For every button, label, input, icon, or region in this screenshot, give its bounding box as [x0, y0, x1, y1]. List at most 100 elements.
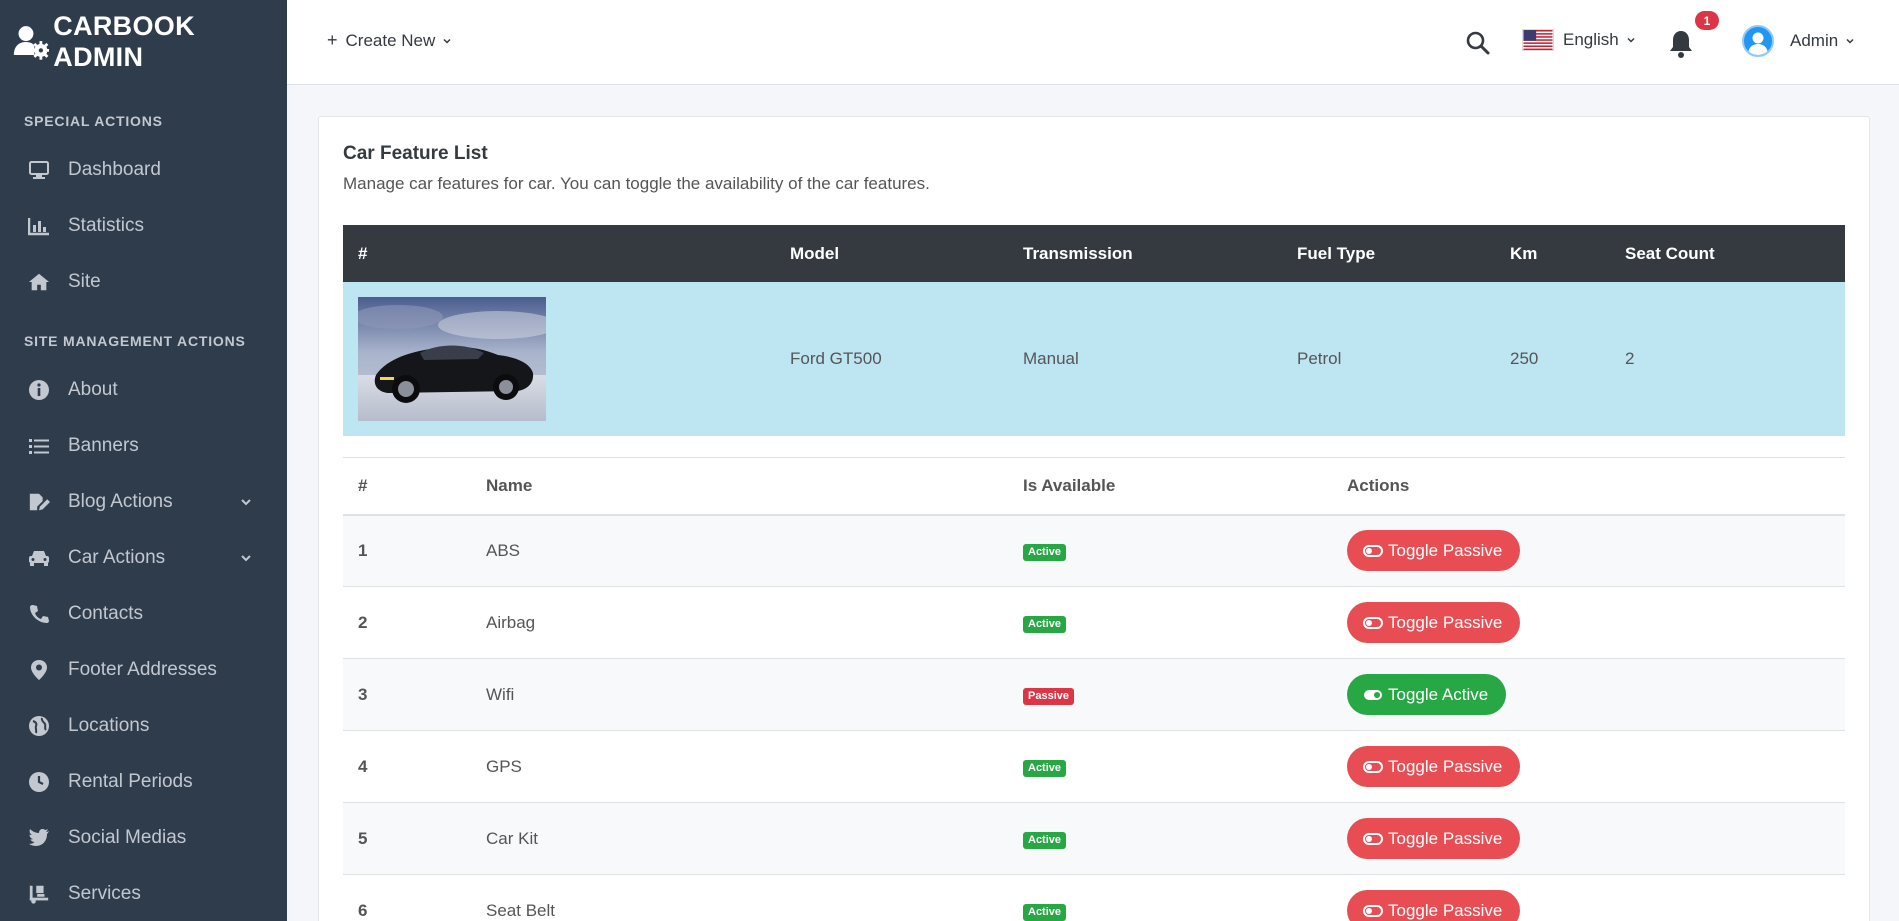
toggle-passive-button[interactable]: Toggle Passive	[1347, 818, 1521, 859]
toggle-on-icon	[1364, 689, 1382, 700]
car-fuel-type: Petrol	[1282, 282, 1495, 436]
user-name: Admin	[1790, 31, 1839, 50]
language-dropdown[interactable]: English	[1522, 29, 1636, 51]
car-feature-card: Car Feature List Manage car features for…	[318, 116, 1870, 921]
car-image	[358, 297, 546, 421]
feature-index: 5	[343, 802, 471, 875]
twitter-icon	[28, 827, 50, 849]
sidebar-item-about[interactable]: About	[0, 362, 287, 418]
sidebar-item-services[interactable]: Services	[0, 866, 287, 921]
map-marker-icon	[28, 659, 50, 681]
feature-name: Seat Belt	[471, 874, 1008, 921]
actions-cell: Toggle Passive	[1332, 586, 1845, 659]
availability-cell: Active	[1008, 586, 1332, 659]
notification-badge: 1	[1695, 11, 1719, 30]
sidebar-item-label: Services	[68, 883, 141, 904]
button-label: Toggle Passive	[1388, 612, 1503, 632]
toggle-passive-button[interactable]: Toggle Passive	[1347, 890, 1521, 921]
sidebar-item-site[interactable]: Site	[0, 254, 287, 310]
actions-cell: Toggle Passive	[1332, 874, 1845, 921]
sidebar-item-label: Social Medias	[68, 827, 187, 848]
table-row: 6 Seat Belt Active Toggle Passive	[343, 874, 1845, 921]
toggle-off-icon	[1363, 832, 1383, 845]
col-header-index: #	[343, 457, 471, 516]
actions-cell: Toggle Passive	[1332, 802, 1845, 875]
col-header-model: Model	[775, 225, 1008, 282]
button-label: Toggle Passive	[1388, 756, 1503, 776]
status-badge: Active	[1023, 832, 1067, 849]
sidebar-item-banners[interactable]: Banners	[0, 418, 287, 474]
truck-loading-icon	[28, 883, 50, 905]
feature-name: Car Kit	[471, 802, 1008, 875]
feature-index: 2	[343, 586, 471, 659]
col-header-seat-count: Seat Count	[1610, 225, 1845, 282]
car-info-table: # Model Transmission Fuel Type Km Seat C…	[343, 225, 1845, 436]
toggle-off-icon	[1363, 760, 1383, 773]
sidebar-item-footer-addresses[interactable]: Footer Addresses	[0, 642, 287, 698]
feature-index: 4	[343, 730, 471, 803]
section-header-site-management: SITE MANAGEMENT ACTIONS	[24, 333, 246, 349]
sidebar-item-contacts[interactable]: Contacts	[0, 586, 287, 642]
car-km: 250	[1495, 282, 1610, 436]
button-label: Toggle Passive	[1388, 828, 1503, 848]
feature-name: GPS	[471, 730, 1008, 803]
edit-icon	[28, 491, 50, 513]
sidebar-item-rental-periods[interactable]: Rental Periods	[0, 754, 287, 810]
toggle-off-icon	[1363, 904, 1383, 917]
section-header-special: SPECIAL ACTIONS	[24, 113, 163, 129]
sidebar-item-car-actions[interactable]: Car Actions	[0, 530, 287, 586]
sidebar-item-dashboard[interactable]: Dashboard	[0, 142, 287, 198]
desktop-icon	[28, 159, 50, 181]
home-icon	[28, 271, 50, 293]
col-header-is-available: Is Available	[1008, 457, 1332, 516]
brand[interactable]: CARBOOK ADMIN	[0, 0, 287, 84]
table-row: Ford GT500 Manual Petrol 250 2	[343, 282, 1845, 436]
top-navbar: + Create New English 1 Admin	[287, 0, 1899, 85]
availability-cell: Active	[1008, 874, 1332, 921]
sidebar-item-statistics[interactable]: Statistics	[0, 198, 287, 254]
table-row: 2 Airbag Active Toggle Passive	[343, 586, 1845, 659]
toggle-passive-button[interactable]: Toggle Passive	[1347, 530, 1521, 572]
table-row: 5 Car Kit Active Toggle Passive	[343, 802, 1845, 875]
button-label: Toggle Passive	[1388, 900, 1503, 920]
feature-name: Airbag	[471, 586, 1008, 659]
search-icon[interactable]	[1465, 30, 1491, 56]
actions-cell: Toggle Passive	[1332, 514, 1845, 587]
toggle-active-button[interactable]: Toggle Active	[1347, 674, 1507, 715]
sidebar-item-label: Statistics	[68, 215, 145, 236]
availability-cell: Active	[1008, 730, 1332, 803]
status-badge: Active	[1023, 760, 1067, 777]
sidebar-item-label: Car Actions	[68, 547, 166, 568]
table-header-row: # Name Is Available Actions	[343, 457, 1845, 516]
chevron-down-icon	[443, 38, 451, 44]
status-badge: Active	[1023, 616, 1067, 633]
toggle-passive-button[interactable]: Toggle Passive	[1347, 746, 1521, 787]
car-icon	[28, 547, 50, 569]
us-flag-icon	[1522, 29, 1554, 51]
brand-title: CARBOOK ADMIN	[53, 11, 195, 72]
page-title: Car Feature List	[343, 143, 488, 164]
clock-icon	[28, 771, 50, 793]
car-image-cell	[343, 282, 775, 436]
sidebar-item-social-medias[interactable]: Social Medias	[0, 810, 287, 866]
list-icon	[28, 435, 50, 457]
sidebar-item-blog-actions[interactable]: Blog Actions	[0, 474, 287, 530]
sidebar-item-label: Banners	[68, 435, 139, 456]
language-label: English	[1563, 30, 1619, 49]
bell-icon[interactable]	[1667, 29, 1695, 59]
sidebar-item-locations[interactable]: Locations	[0, 698, 287, 754]
col-header-actions: Actions	[1332, 457, 1845, 516]
create-new-dropdown[interactable]: + Create New	[327, 30, 452, 51]
sidebar-item-label: Blog Actions	[68, 491, 173, 512]
features-table: # Name Is Available Actions 1 ABS Active…	[343, 457, 1845, 921]
sidebar: CARBOOK ADMIN SPECIAL ACTIONS Dashboard …	[0, 0, 287, 921]
chevron-down-icon	[241, 499, 251, 506]
feature-index: 6	[343, 874, 471, 921]
phone-icon	[28, 603, 50, 625]
user-menu[interactable]: Admin	[1742, 25, 1855, 57]
toggle-passive-button[interactable]: Toggle Passive	[1347, 602, 1521, 643]
status-badge: Passive	[1023, 688, 1074, 705]
feature-name: ABS	[471, 514, 1008, 587]
table-header-row: # Model Transmission Fuel Type Km Seat C…	[343, 225, 1845, 282]
sidebar-item-label: Dashboard	[68, 159, 161, 180]
